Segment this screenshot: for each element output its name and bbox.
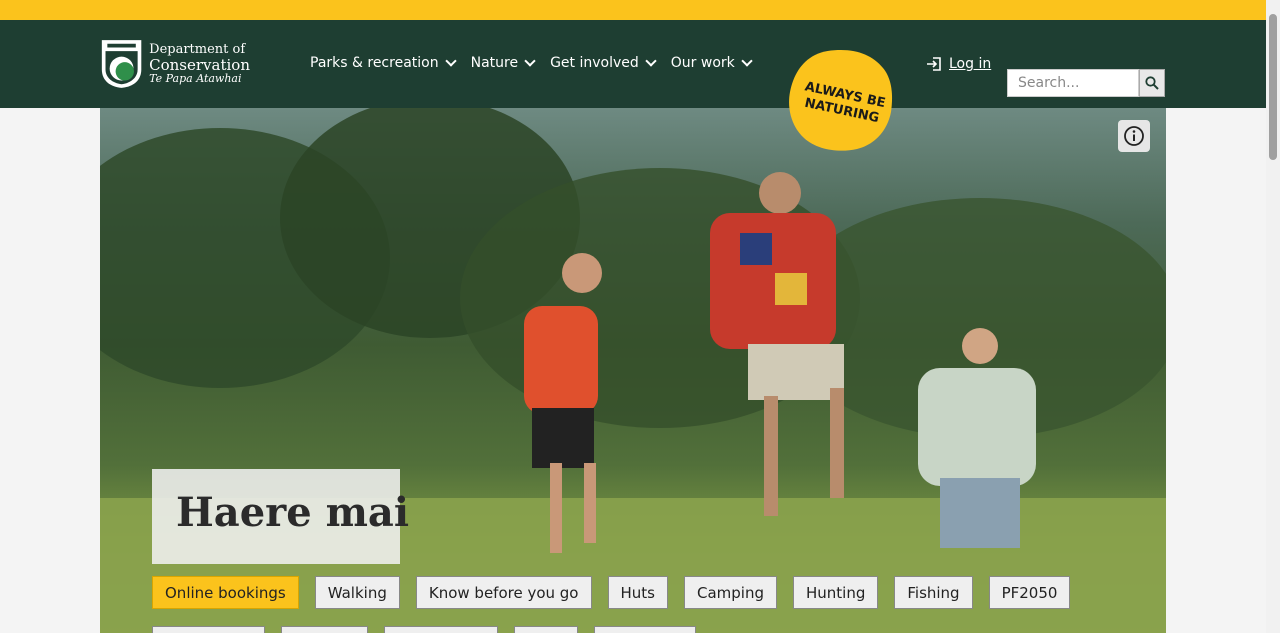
quick-link-fishing[interactable]: Fishing <box>894 576 973 609</box>
chevron-down-icon <box>645 55 657 67</box>
top-accent-bar <box>0 0 1266 20</box>
quick-links: Online bookings Walking Know before you … <box>152 576 1071 609</box>
hero-title-box: Haere mai <box>152 469 409 564</box>
info-icon <box>1124 126 1144 146</box>
always-be-naturing-badge[interactable]: ALWAYS BE NATURING <box>787 48 895 152</box>
search-form <box>1007 69 1165 97</box>
quick-link-online-bookings[interactable]: Online bookings <box>152 576 299 609</box>
nav-item-label: Get involved <box>550 55 639 71</box>
doc-logo-text: Department of Conservation Te Papa Atawh… <box>149 41 250 86</box>
chevron-down-icon <box>444 55 457 67</box>
search-icon <box>1145 76 1159 90</box>
nav-item-nature[interactable]: Nature <box>470 55 536 71</box>
quick-link-partial[interactable] <box>514 626 578 633</box>
quick-link-walking[interactable]: Walking <box>314 576 400 609</box>
chevron-down-icon <box>524 55 536 67</box>
quick-link-partial[interactable] <box>594 626 696 633</box>
search-button[interactable] <box>1139 69 1165 97</box>
logo-line-2: Conservation <box>149 55 250 74</box>
login-icon <box>927 57 941 71</box>
nav-item-get-involved[interactable]: Get involved <box>550 55 657 71</box>
scrollbar-thumb[interactable] <box>1269 14 1277 160</box>
quick-link-hunting[interactable]: Hunting <box>792 576 879 609</box>
hero-title: Haere mai <box>176 489 410 536</box>
page-scrollbar[interactable] <box>1266 0 1280 633</box>
doc-logo-icon <box>101 40 142 88</box>
nav-item-label: Our work <box>670 55 735 71</box>
quick-link-know-before-you-go[interactable]: Know before you go <box>415 576 592 609</box>
logo-line-3: Te Papa Atawhai <box>149 72 242 86</box>
nav-item-label: Parks & recreation <box>310 55 439 71</box>
main-nav: Parks & recreation Nature Get involved O… <box>310 55 753 71</box>
doc-logo[interactable]: Department of Conservation Te Papa Atawh… <box>100 36 250 92</box>
quick-link-camping[interactable]: Camping <box>683 576 777 609</box>
quick-link-partial[interactable] <box>152 626 265 633</box>
nav-item-label: Nature <box>470 55 519 71</box>
login-label: Log in <box>949 56 992 72</box>
chevron-down-icon <box>741 55 753 67</box>
hero-banner: Haere mai Online bookings Walking Know b… <box>100 108 1166 633</box>
search-input[interactable] <box>1007 69 1139 97</box>
quick-link-pf2050[interactable]: PF2050 <box>988 576 1071 609</box>
login-link[interactable]: Log in <box>925 55 991 73</box>
quick-link-partial[interactable] <box>384 626 498 633</box>
logo-line-1: Department of <box>149 41 246 57</box>
quick-link-huts[interactable]: Huts <box>607 576 668 609</box>
quick-links-row-2 <box>152 626 696 633</box>
nav-item-our-work[interactable]: Our work <box>670 55 753 71</box>
nav-item-parks-recreation[interactable]: Parks & recreation <box>310 55 457 71</box>
image-info-button[interactable] <box>1118 120 1150 152</box>
site-header: Department of Conservation Te Papa Atawh… <box>0 20 1266 108</box>
quick-link-partial[interactable] <box>281 626 368 633</box>
